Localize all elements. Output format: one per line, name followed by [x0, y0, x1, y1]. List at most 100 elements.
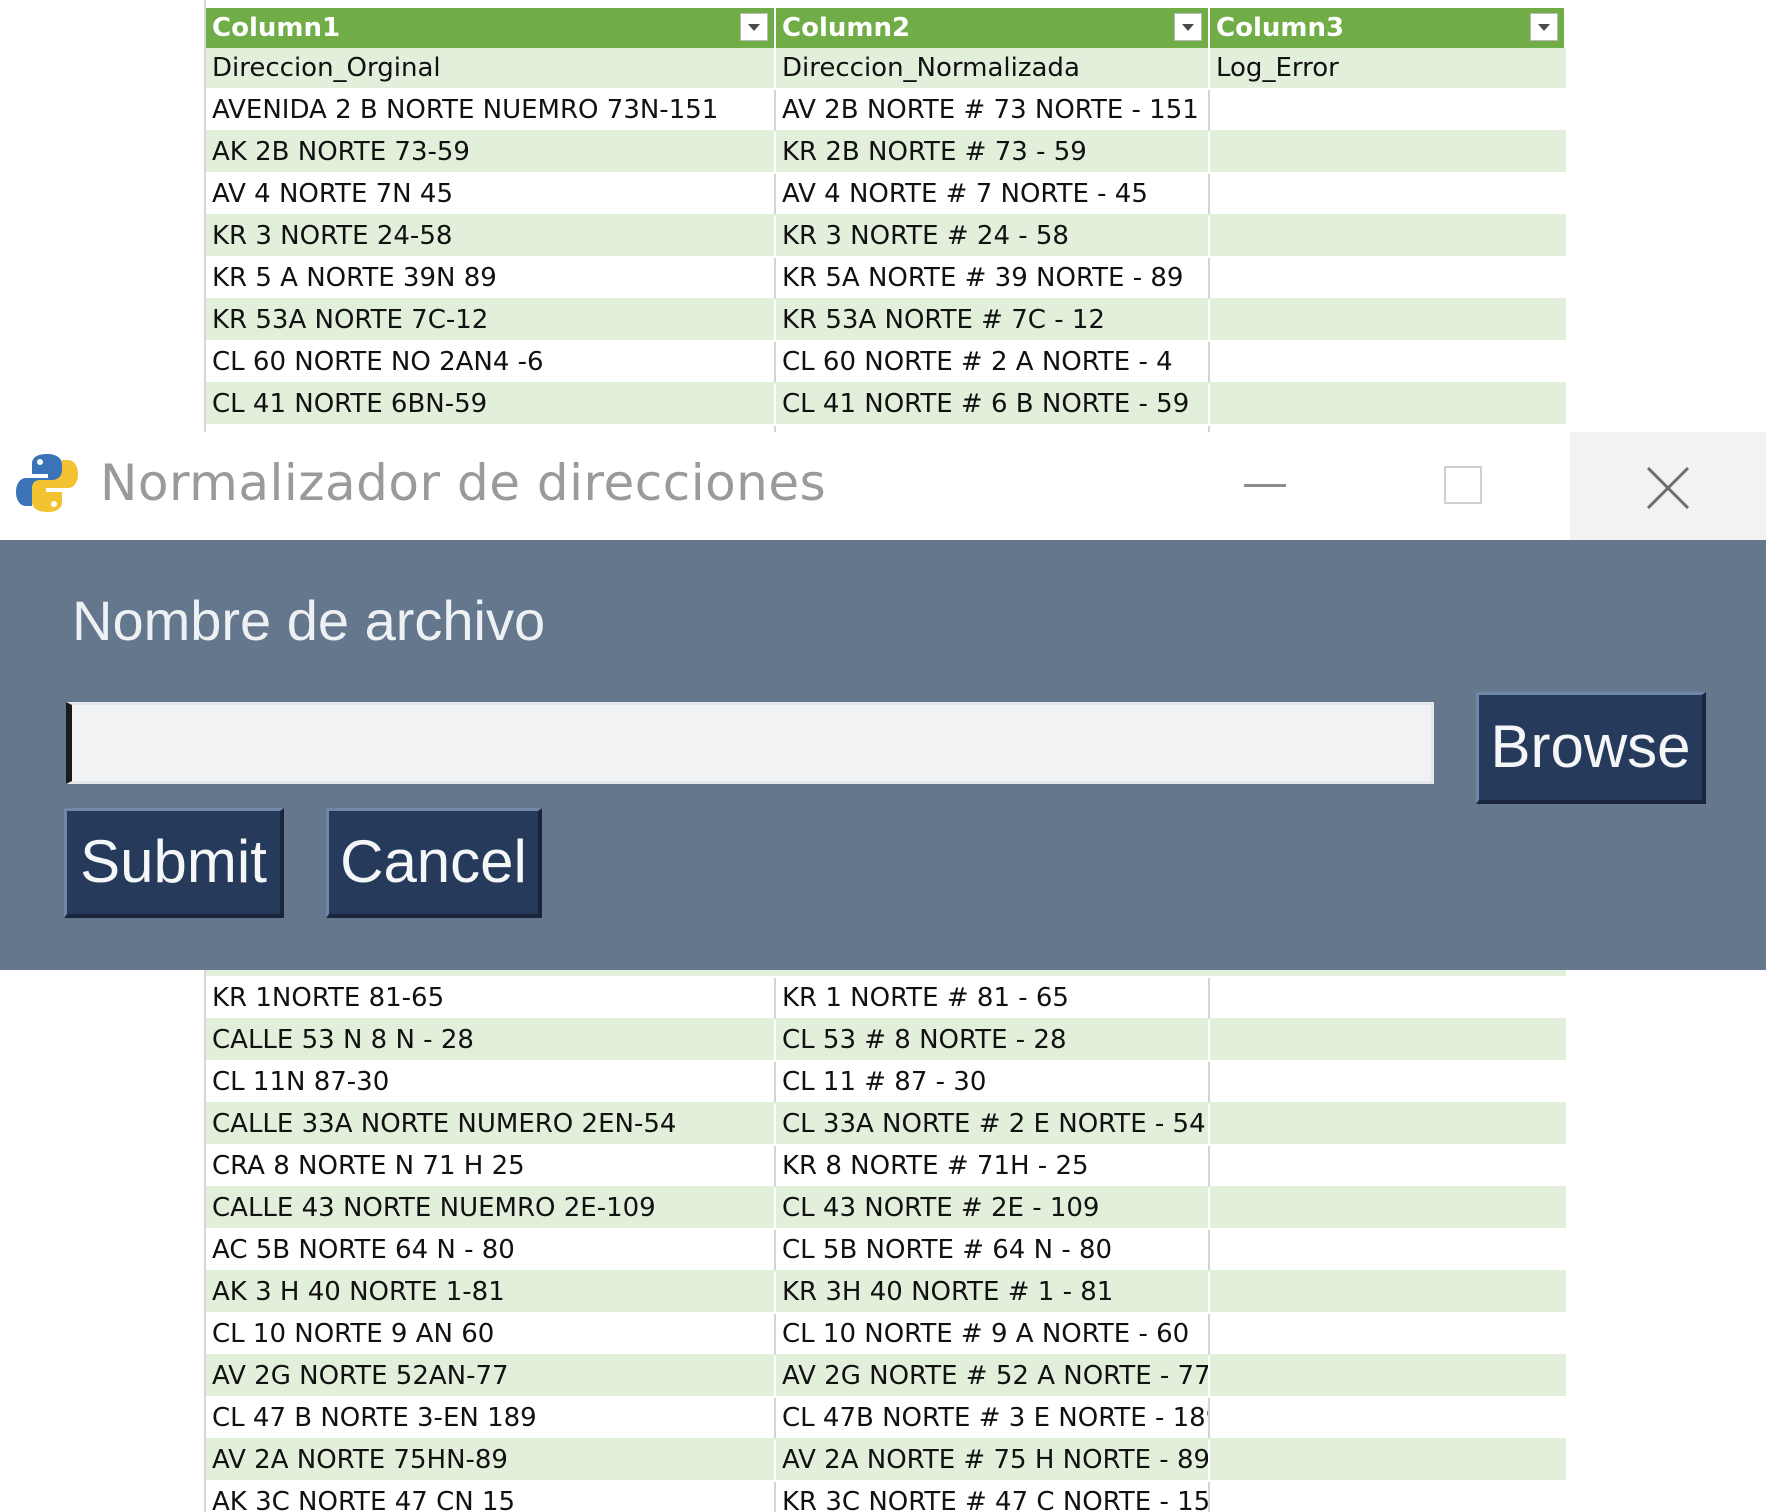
table-cell[interactable]: [1210, 342, 1566, 382]
table-row: CL 10 NORTE 9 AN 60 CL 10 NORTE # 9 A NOR…: [206, 1314, 1566, 1356]
table-cell[interactable]: CL 11N 87-30: [206, 1062, 776, 1102]
table-cell[interactable]: [1210, 1188, 1566, 1228]
table-body-bottom: KR 1NORTE 81-65 KR 1 NORTE # 81 - 65 CALLE…: [206, 978, 1566, 1512]
table-cell[interactable]: AV 2A NORTE # 75 H NORTE - 89: [776, 1440, 1210, 1480]
table-cell[interactable]: AK 2B NORTE 73-59: [206, 132, 776, 172]
table-cell[interactable]: CRA 8 NORTE N 71 H 25: [206, 1146, 776, 1186]
table-cell[interactable]: AV 2A NORTE 75HN-89: [206, 1440, 776, 1480]
table-cell[interactable]: CL 43 NORTE # 2E - 109: [776, 1188, 1210, 1228]
table-cell[interactable]: [1210, 1230, 1566, 1270]
table-row: Direccion_Orginal Direccion_Normalizada Lo…: [206, 48, 1566, 90]
table-cell[interactable]: CL 33A NORTE # 2 E NORTE - 54: [776, 1104, 1210, 1144]
spreadsheet-table-top: Column1 Column2 Column3 Direccion_Orgina…: [204, 0, 1566, 432]
table-cell[interactable]: KR 1NORTE 81-65: [206, 978, 776, 1018]
table-cell[interactable]: [1210, 1272, 1566, 1312]
cancel-button[interactable]: Cancel: [326, 808, 542, 918]
table-cell[interactable]: [1210, 1398, 1566, 1438]
table-cell[interactable]: KR 53A NORTE # 7C - 12: [776, 300, 1210, 340]
table-cell[interactable]: AV 2B NORTE # 73 NORTE - 151: [776, 90, 1210, 130]
table-cell[interactable]: CL 41 NORTE # 6 B NORTE - 59: [776, 384, 1210, 424]
title-bar[interactable]: Normalizador de direcciones: [0, 432, 1766, 540]
table-cell[interactable]: [1210, 384, 1566, 424]
table-row: KR 3 NORTE 24-58 KR 3 NORTE # 24 - 58: [206, 216, 1566, 258]
table-cell[interactable]: KR 3 NORTE # 24 - 58: [776, 216, 1210, 256]
filter-dropdown-icon[interactable]: [1174, 13, 1202, 41]
column1-header[interactable]: Column1: [206, 8, 776, 48]
minimize-button[interactable]: [1200, 432, 1330, 540]
filter-dropdown-icon[interactable]: [1530, 13, 1558, 41]
table-cell[interactable]: CL 10 NORTE # 9 A NORTE - 60: [776, 1314, 1210, 1354]
python-icon: [16, 454, 78, 512]
table-cell[interactable]: CL 60 NORTE NO 2AN4 -6: [206, 342, 776, 382]
table-row: CALLE 33A NORTE NUMERO 2EN-54 CL 33A NORT…: [206, 1104, 1566, 1146]
table-cell[interactable]: CL 41 NORTE 6BN-59: [206, 384, 776, 424]
table-cell[interactable]: [1210, 216, 1566, 256]
table-row: AK 3C NORTE 47 CN 15 KR 3C NORTE # 47 C N…: [206, 1482, 1566, 1512]
column-header-label: Column1: [212, 13, 341, 43]
table-row: AV 2A NORTE 75HN-89 AV 2A NORTE # 75 H NO…: [206, 1440, 1566, 1482]
table-cell[interactable]: [1210, 1482, 1566, 1512]
table-cell[interactable]: CL 47 B NORTE 3-EN 189: [206, 1398, 776, 1438]
table-cell[interactable]: AK 3 H 40 NORTE 1-81: [206, 1272, 776, 1312]
maximize-button[interactable]: [1398, 432, 1528, 540]
table-cell[interactable]: [1210, 174, 1566, 214]
table-cell[interactable]: AC 5B NORTE 64 N - 80: [206, 1230, 776, 1270]
table-cell[interactable]: CALLE 53 N 8 N - 28: [206, 1020, 776, 1060]
table-row-edge: [206, 970, 1566, 978]
table-cell[interactable]: Direccion_Normalizada: [776, 48, 1210, 88]
close-icon: [1646, 466, 1690, 510]
table-cell[interactable]: AVENIDA 2 B NORTE NUEMRO 73N-151: [206, 90, 776, 130]
table-cell[interactable]: [1210, 1146, 1566, 1186]
table-cell[interactable]: CALLE 33A NORTE NUMERO 2EN-54: [206, 1104, 776, 1144]
file-name-input[interactable]: [66, 702, 1434, 784]
table-row: CL 41 NORTE 6BN-59 CL 41 NORTE # 6 B NORT…: [206, 384, 1566, 426]
table-cell[interactable]: AV 2G NORTE # 52 A NORTE - 77: [776, 1356, 1210, 1396]
column3-header[interactable]: Column3: [1210, 8, 1566, 48]
table-cell[interactable]: AV 2G NORTE 52AN-77: [206, 1356, 776, 1396]
close-button[interactable]: [1570, 432, 1766, 540]
submit-button[interactable]: Submit: [64, 808, 284, 918]
table-cell[interactable]: [1210, 132, 1566, 172]
browse-button[interactable]: Browse: [1476, 692, 1706, 804]
table-cell[interactable]: [1210, 1062, 1566, 1102]
table-cell[interactable]: Direccion_Orginal: [206, 48, 776, 88]
table-row: KR 5 A NORTE 39N 89 KR 5A NORTE # 39 NORT…: [206, 258, 1566, 300]
table-cell[interactable]: [1210, 1356, 1566, 1396]
table-cell[interactable]: [1210, 258, 1566, 298]
table-cell[interactable]: [1210, 300, 1566, 340]
filter-dropdown-icon[interactable]: [740, 13, 768, 41]
table-row: AV 2G NORTE 52AN-77 AV 2G NORTE # 52 A NO…: [206, 1356, 1566, 1398]
table-cell[interactable]: CL 53 # 8 NORTE - 28: [776, 1020, 1210, 1060]
table-cell[interactable]: KR 2B NORTE # 73 - 59: [776, 132, 1210, 172]
table-cell[interactable]: CALLE 43 NORTE NUEMRO 2E-109: [206, 1188, 776, 1228]
table-cell[interactable]: KR 3C NORTE # 47 C NORTE - 15: [776, 1482, 1210, 1512]
table-cell[interactable]: [1210, 1314, 1566, 1354]
table-cell[interactable]: KR 3 NORTE 24-58: [206, 216, 776, 256]
table-row: CL 47 B NORTE 3-EN 189 CL 47B NORTE # 3 E…: [206, 1398, 1566, 1440]
table-cell[interactable]: CL 5B NORTE # 64 N - 80: [776, 1230, 1210, 1270]
spreadsheet-table-bottom: KR 1NORTE 81-65 KR 1 NORTE # 81 - 65 CALLE…: [204, 970, 1566, 1512]
column2-header[interactable]: Column2: [776, 8, 1210, 48]
table-cell[interactable]: [1210, 1020, 1566, 1060]
column-header-label: Column3: [1216, 13, 1345, 43]
table-cell[interactable]: CL 11 # 87 - 30: [776, 1062, 1210, 1102]
table-cell[interactable]: CL 10 NORTE 9 AN 60: [206, 1314, 776, 1354]
table-cell[interactable]: [1210, 1104, 1566, 1144]
table-cell[interactable]: KR 8 NORTE # 71H - 25: [776, 1146, 1210, 1186]
table-cell[interactable]: AK 3C NORTE 47 CN 15: [206, 1482, 776, 1512]
table-cell[interactable]: KR 53A NORTE 7C-12: [206, 300, 776, 340]
table-cell[interactable]: KR 1 NORTE # 81 - 65: [776, 978, 1210, 1018]
table-cell[interactable]: [1210, 90, 1566, 130]
table-cell[interactable]: [1210, 1440, 1566, 1480]
table-cell[interactable]: KR 3H 40 NORTE # 1 - 81: [776, 1272, 1210, 1312]
table-cell[interactable]: KR 5 A NORTE 39N 89: [206, 258, 776, 298]
table-body-top: Direccion_Orginal Direccion_Normalizada Lo…: [206, 48, 1566, 432]
table-cell[interactable]: AV 4 NORTE # 7 NORTE - 45: [776, 174, 1210, 214]
table-cell[interactable]: [1210, 978, 1566, 1018]
table-cell[interactable]: Log_Error: [1210, 48, 1566, 88]
table-cell[interactable]: CL 47B NORTE # 3 E NORTE - 189: [776, 1398, 1210, 1438]
table-row: KR 53A NORTE 7C-12 KR 53A NORTE # 7C - 12: [206, 300, 1566, 342]
table-cell[interactable]: KR 5A NORTE # 39 NORTE - 89: [776, 258, 1210, 298]
table-cell[interactable]: CL 60 NORTE # 2 A NORTE - 4: [776, 342, 1210, 382]
table-cell[interactable]: AV 4 NORTE 7N 45: [206, 174, 776, 214]
